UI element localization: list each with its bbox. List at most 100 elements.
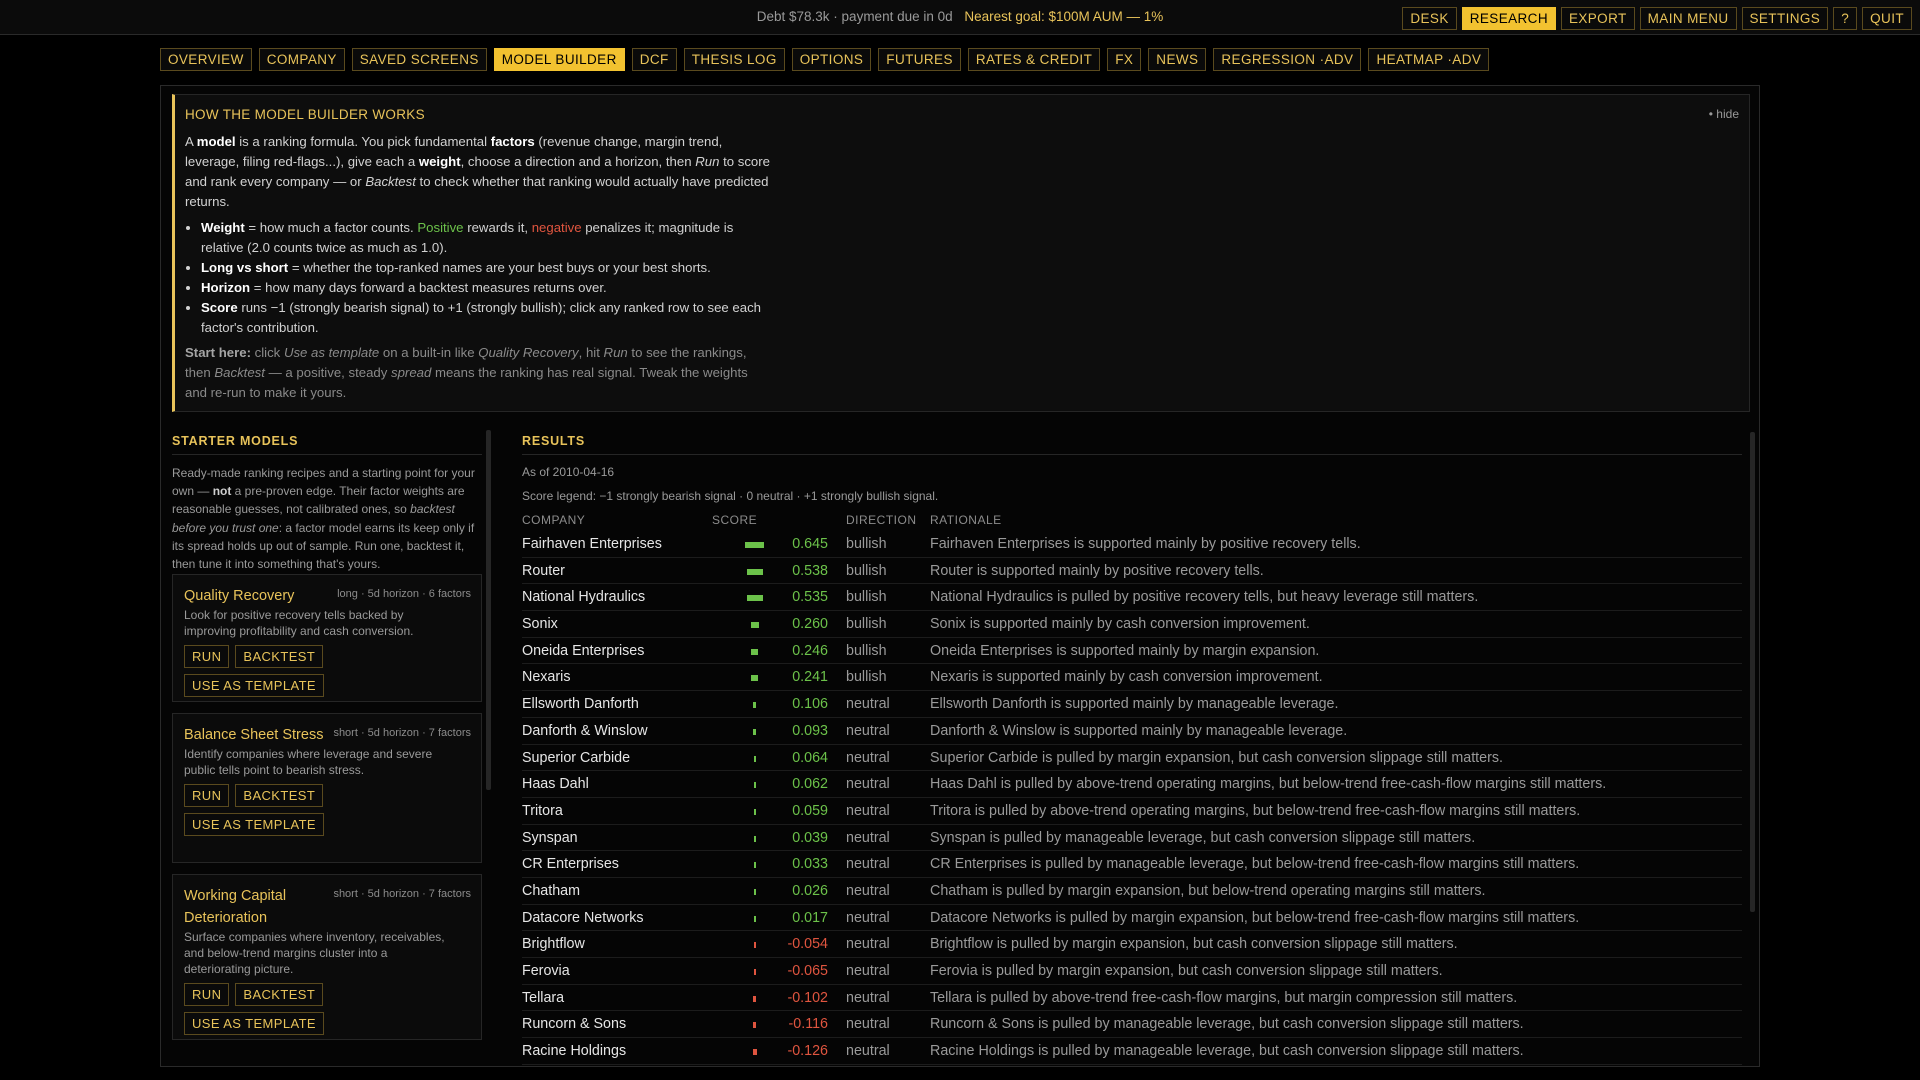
starter-models-panel: STARTER MODELS Ready-made ranking recipe… [172, 422, 492, 1064]
tab-options[interactable]: OPTIONS [791, 48, 872, 71]
header-direction[interactable]: DIRECTION [846, 513, 917, 527]
table-row[interactable]: Runcorn & Sons -0.116 neutral Runcorn & Son… [522, 1011, 1742, 1039]
direction: bullish [846, 669, 887, 686]
help-start-here: Start here: click Use as template on a b… [185, 345, 748, 400]
direction: neutral [846, 696, 890, 713]
tab-rates-credit[interactable]: RATES & CREDIT [967, 48, 1101, 71]
score-value: -0.065 [787, 963, 828, 979]
table-row[interactable]: Nexaris 0.241 bullish Nexaris is supported … [522, 664, 1742, 692]
company-name: Ellsworth Danforth [522, 696, 639, 713]
table-row[interactable]: Datacore Networks 0.017 neutral Datacore Ne… [522, 905, 1742, 932]
table-row[interactable]: Brightflow -0.054 neutral Brightflow is pul… [522, 931, 1742, 958]
score-value: 0.106 [792, 696, 828, 713]
rationale: Ferovia is pulled by margin expansion, b… [930, 963, 1443, 979]
research-tabs: OVERVIEW COMPANY SAVED SCREENS MODEL BUI… [160, 48, 1490, 71]
table-row[interactable]: Ellsworth Danforth 0.106 neutral Ellsworth … [522, 691, 1742, 718]
tab-dcf[interactable]: DCF [631, 48, 677, 71]
company-name: Oneida Enterprises [522, 642, 645, 659]
hide-help-link[interactable]: • hide [1709, 107, 1739, 121]
company-name: Fairhaven Enterprises [522, 536, 662, 552]
score-bar [753, 1049, 757, 1056]
table-row[interactable]: CR Enterprises 0.033 neutral CR Enterprises… [522, 851, 1742, 878]
tab-thesis-log[interactable]: THESIS LOG [683, 48, 785, 71]
quit-button[interactable]: QUIT [1862, 7, 1912, 30]
score-value: -0.054 [787, 936, 828, 953]
top-status-bar: Debt $78.3k · payment due in 0d Nearest … [0, 0, 1920, 35]
direction: bullish [846, 616, 887, 633]
model-meta: short · 5d horizon · 7 factors [333, 727, 471, 739]
desk-button[interactable]: DESK [1402, 7, 1457, 30]
results-scrollbar[interactable] [1750, 432, 1755, 912]
model-meta: long · 5d horizon · 6 factors [337, 588, 471, 600]
use-as-template-button[interactable]: USE AS TEMPLATE [184, 674, 325, 697]
header-company[interactable]: COMPANY [522, 513, 585, 527]
use-as-template-button[interactable]: USE AS TEMPLATE [184, 1012, 325, 1035]
rationale: Chatham is pulled by margin expansion, b… [930, 882, 1486, 899]
direction: neutral [846, 776, 890, 793]
score-value: 0.026 [792, 882, 828, 899]
model-card-balance-sheet-stress: Balance Sheet Stress short · 5d horizon … [172, 713, 482, 863]
rationale: Danforth & Winslow is supported mainly b… [930, 722, 1348, 739]
tab-company[interactable]: COMPANY [258, 48, 345, 71]
help-button[interactable]: ? [1833, 7, 1858, 30]
starter-intro: Ready-made ranking recipes and a startin… [172, 466, 475, 572]
rationale: National Hydraulics is pulled by positiv… [930, 589, 1479, 606]
as-of-date: As of 2010-04-16 [522, 465, 615, 479]
tab-model-builder[interactable]: MODEL BUILDER [493, 48, 625, 71]
backtest-button[interactable]: BACKTEST [235, 645, 324, 668]
company-name: Nexaris [522, 669, 571, 686]
rationale: CR Enterprises is pulled by manageable l… [930, 856, 1580, 873]
model-card-quality-recovery: Quality Recovery long · 5d horizon · 6 f… [172, 574, 482, 702]
header-score[interactable]: SCORE [712, 513, 757, 527]
table-row[interactable]: National Hydraulics 0.535 bullish National … [522, 584, 1742, 612]
score-legend: Score legend: −1 strongly bearish signal… [522, 489, 939, 503]
score-bar [751, 622, 759, 629]
score-value: 0.093 [792, 722, 828, 739]
score-bar [745, 542, 764, 548]
company-name: Runcorn & Sons [522, 1016, 627, 1033]
table-row[interactable]: Danforth & Winslow 0.093 neutral Danforth &… [522, 718, 1742, 745]
research-button[interactable]: RESEARCH [1461, 7, 1556, 30]
table-row[interactable]: Racine Holdings -0.126 neutral Racine Holdi… [522, 1038, 1742, 1065]
score-value: -0.116 [788, 1016, 828, 1033]
tab-news[interactable]: NEWS [1148, 48, 1207, 71]
tab-heatmap[interactable]: HEATMAP ·ADV [1368, 48, 1490, 71]
tab-overview[interactable]: OVERVIEW [160, 48, 252, 71]
run-button[interactable]: RUN [184, 983, 230, 1006]
score-bar [751, 648, 758, 655]
rationale: Ellsworth Danforth is supported mainly b… [930, 696, 1339, 713]
model-meta: short · 5d horizon · 7 factors [333, 888, 471, 900]
table-row[interactable]: Tritora 0.059 neutral Tritora is pulled by … [522, 798, 1742, 825]
backtest-button[interactable]: BACKTEST [235, 784, 324, 807]
main-menu-button[interactable]: MAIN MENU [1639, 7, 1737, 30]
export-button[interactable]: EXPORT [1560, 7, 1635, 30]
header-rationale[interactable]: RATIONALE [930, 513, 1002, 527]
tab-regression[interactable]: REGRESSION ·ADV [1213, 48, 1362, 71]
model-description: Surface companies where inventory, recei… [184, 930, 445, 976]
score-value: 0.039 [792, 829, 828, 846]
rationale: Superior Carbide is pulled by margin exp… [930, 749, 1503, 766]
tab-saved-screens[interactable]: SAVED SCREENS [351, 48, 487, 71]
starter-scrollbar[interactable] [486, 430, 491, 790]
score-value: 0.260 [792, 616, 828, 633]
table-row[interactable]: Chatham 0.026 neutral Chatham is pulled by … [522, 878, 1742, 905]
table-row[interactable]: Fairhaven Enterprises 0.645 bullish Fairhav… [522, 531, 1742, 558]
tab-futures[interactable]: FUTURES [878, 48, 961, 71]
score-value: 0.059 [792, 802, 828, 819]
score-value: 0.535 [792, 589, 828, 606]
table-row[interactable]: Sonix 0.260 bullish Sonix is supported main… [522, 611, 1742, 638]
direction: bullish [846, 562, 887, 579]
tab-fx[interactable]: FX [1107, 48, 1142, 71]
table-row[interactable]: Router 0.538 bullish Router is supported ma… [522, 558, 1742, 585]
table-row[interactable]: Superior Carbide 0.064 neutral Superior Car… [522, 745, 1742, 772]
backtest-button[interactable]: BACKTEST [235, 983, 324, 1006]
settings-button[interactable]: SETTINGS [1741, 7, 1829, 30]
table-row[interactable]: Ferovia -0.065 neutral Ferovia is pulled by… [522, 958, 1742, 985]
run-button[interactable]: RUN [184, 645, 230, 668]
table-row[interactable]: Oneida Enterprises 0.246 bullish Oneida Ent… [522, 638, 1742, 665]
table-row[interactable]: Haas Dahl 0.062 neutral Haas Dahl is pulled… [522, 771, 1742, 798]
table-row[interactable]: Synspan 0.039 neutral Synspan is pulled by … [522, 825, 1742, 852]
use-as-template-button[interactable]: USE AS TEMPLATE [184, 813, 325, 836]
run-button[interactable]: RUN [184, 784, 230, 807]
table-row[interactable]: Tellara -0.102 neutral Tellara is pulled by… [522, 985, 1742, 1012]
